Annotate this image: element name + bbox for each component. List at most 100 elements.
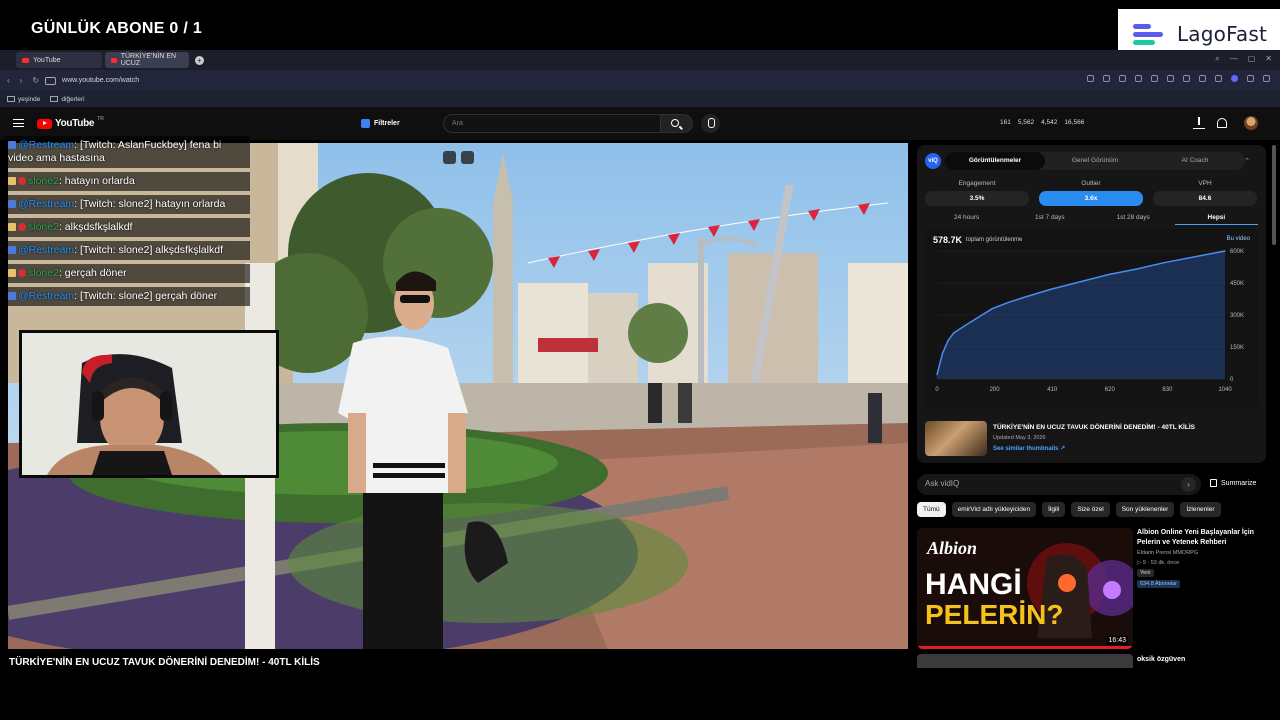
youtube-play-icon [37,118,52,129]
range-28d[interactable]: 1st 28 days [1092,214,1175,225]
tab-ai-coach[interactable]: AI Coach [1145,152,1245,170]
heart-icon[interactable] [1183,75,1190,82]
panel-tabs: Görüntülenmeler Genel Görünüm AI Coach [945,152,1245,170]
notifications-bell-icon[interactable] [1217,118,1227,128]
ai-icon[interactable] [1263,75,1270,82]
ask-vidiq-input[interactable]: Ask vidIQ [917,474,1201,495]
badge-icon [8,177,16,185]
shield-icon[interactable] [1119,75,1126,82]
menu-icon[interactable] [1215,75,1222,82]
thumb-text-line1: HANGİ [925,568,1022,601]
pin-icon[interactable] [1151,75,1158,82]
collapse-chevron-icon[interactable]: ⌃ [1244,157,1250,165]
views-chart: 578.7K toplam görüntülenme Bu video 0 150… [925,229,1258,409]
youtube-wordmark: YouTube [55,118,95,129]
back-icon[interactable]: ‹ [7,76,10,85]
extension-icon[interactable] [1231,75,1238,82]
metric-engagement: Engagement 3.5% [925,180,1029,206]
bookmark-folder[interactable]: yeşinde [7,96,40,103]
tab-views[interactable]: Görüntülenmeler [945,152,1045,170]
channel-name[interactable]: Eldarin Prensi MMORPG [1137,550,1198,556]
range-7d[interactable]: 1st 7 days [1008,214,1091,225]
tab-overview[interactable]: Genel Görünüm [1045,152,1145,170]
upload-icon[interactable] [1193,117,1205,129]
data-point [964,325,966,327]
video-duration: 16:43 [1106,636,1128,645]
tab-video[interactable]: TÜRKİYE'NİN EN UCUZ [105,52,189,68]
profile-icon[interactable] [1247,75,1254,82]
data-point [1108,273,1110,276]
metric-vph: VPH 84.6 [1153,180,1257,206]
reload-icon[interactable]: ↻ [32,76,39,85]
youtube-favicon-icon [111,57,117,63]
url-field[interactable]: www.youtube.com/watch [62,77,139,84]
youtube-logo[interactable]: YouTube TR [37,116,104,129]
forward-icon[interactable]: › [20,76,23,85]
share-icon[interactable] [1087,75,1094,82]
filter-icon [361,119,370,128]
bookmark-folder[interactable]: diğerleri [50,95,85,103]
chip-recent[interactable]: Son yüklenenler [1115,502,1175,517]
subscriber-badge: 634.8 Abonelar [1137,580,1181,588]
range-all[interactable]: Hepsi [1174,214,1258,225]
summarize-button[interactable]: Summarize [1210,479,1256,487]
site-info-icon[interactable] [45,76,57,85]
play-icon[interactable] [1135,75,1142,82]
recommendation-chips: Tümü emirVicl adlı yükleyiciden İlgili S… [917,502,1221,517]
search-input[interactable]: Ara [443,114,661,133]
time-range-tabs: 24 hours 1st 7 days 1st 28 days Hepsi [925,214,1258,225]
data-point [947,340,949,342]
chat-message: @Restream: [Twitch: slone2] hatayın orla… [4,195,250,214]
similar-thumbnails-link[interactable]: See similar thumbnails ↗ [993,445,1065,452]
data-point [1135,268,1137,270]
chat-message: @Restream: [Twitch: AslanFuckbey] fena b… [4,136,250,168]
x-tick-label: 620 [1105,387,1116,393]
tab-youtube[interactable]: YouTube [16,52,102,68]
vidiq-logo-icon: viQ [925,153,941,169]
document-icon [1210,479,1217,487]
avatar[interactable] [1244,116,1258,130]
recommended-video-title-2[interactable]: oksik özgüven [1137,656,1185,663]
search-tabs-icon[interactable]: ⌕ [1215,54,1219,64]
chat-message: slone2: alkşdsfkşlalkdf [4,218,250,237]
y-tick-label: 300K [1230,313,1244,319]
search-icon [671,119,679,127]
folder-icon [50,95,59,102]
badge-icon [18,223,26,231]
hamburger-menu-icon[interactable] [13,119,24,127]
chart-legend: Bu video [1226,236,1250,242]
nav-buttons: ‹ › ↻ [7,76,39,85]
voice-search-icon[interactable] [701,114,720,133]
chip-related[interactable]: İlgili [1042,502,1066,517]
total-views-label: toplam görüntülenme [966,237,1023,243]
chip-uploader[interactable]: emirVicl adlı yükleyiciden [951,502,1037,517]
albion-logo-text: Albion [926,538,977,558]
filters-label: Filtreler [374,120,400,127]
recommended-video-thumbnail[interactable]: Albion HANGİ PELERİN? 16:43 [917,528,1133,649]
range-24h[interactable]: 24 hours [925,214,1008,225]
total-views: 578.7K [933,235,963,245]
restream-icon [8,246,16,254]
card-title: TÜRKİYE'NİN EN UCUZ TAVUK DÖNERİNİ DENED… [993,424,1195,431]
chip-for-you[interactable]: Size özel [1071,502,1110,517]
recommended-video-title[interactable]: Albion Online Yeni Başlayanlar İçin Pele… [1137,528,1262,548]
search-button[interactable] [661,114,693,133]
minimize-icon[interactable]: — [1230,54,1238,64]
recommended-video-thumbnail-2[interactable] [917,654,1133,668]
page-scrollbar[interactable] [1272,145,1276,245]
send-icon[interactable]: › [1181,477,1196,492]
filters-button[interactable]: Filtreler [361,119,400,128]
browser-tabbar: YouTube TÜRKİYE'NİN EN UCUZ + [0,50,1280,70]
chip-all[interactable]: Tümü [917,502,946,517]
box-icon[interactable] [1199,75,1206,82]
maximize-icon[interactable]: ▢ [1248,54,1256,64]
x-tick-label: 1040 [1218,387,1232,393]
chip-watched[interactable]: İzlenenler [1180,502,1221,517]
data-point [936,374,938,376]
download-icon[interactable] [1167,75,1174,82]
new-tab-button[interactable]: + [195,55,204,65]
close-icon[interactable]: ✕ [1265,54,1272,64]
current-video-card[interactable]: TÜRKİYE'NİN EN UCUZ TAVUK DÖNERİNİ DENED… [925,421,1258,457]
camera-icon[interactable] [1103,75,1110,82]
restream-icon [8,292,16,300]
